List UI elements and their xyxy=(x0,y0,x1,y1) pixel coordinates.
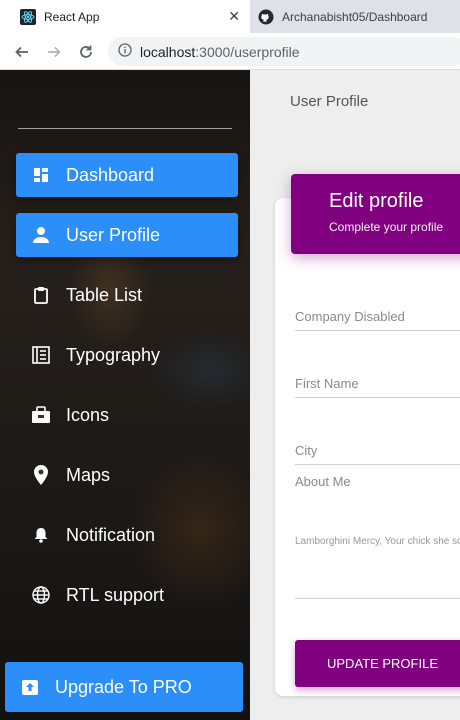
city-field[interactable]: City xyxy=(295,443,460,465)
tab-react-app[interactable]: React App ✕ xyxy=(0,0,250,33)
reload-icon[interactable] xyxy=(76,42,96,62)
card-header: Edit profile Complete your profile xyxy=(291,174,460,254)
url-field[interactable]: localhost:3000/userprofile xyxy=(108,37,460,66)
sidebar-item-label: Notification xyxy=(66,524,156,545)
sidebar-item-label: User Profile xyxy=(66,224,161,245)
tab-title: React App xyxy=(44,9,100,24)
url-path: :3000/userprofile xyxy=(195,43,300,60)
update-profile-button[interactable]: UPDATE PROFILE xyxy=(295,640,460,687)
person-icon xyxy=(30,224,52,246)
sidebar-item-label: Icons xyxy=(66,404,110,425)
sidebar-item-label: RTL support xyxy=(66,584,165,605)
first-name-label: First Name xyxy=(295,376,359,391)
library-books-icon xyxy=(30,344,52,366)
first-name-field[interactable]: First Name xyxy=(295,376,460,398)
back-icon[interactable] xyxy=(12,42,32,62)
language-icon xyxy=(30,584,52,606)
bubble-chart-icon xyxy=(30,404,52,426)
github-icon xyxy=(258,9,274,25)
unarchive-icon xyxy=(19,676,41,698)
sidebar-item-notification[interactable]: Notification xyxy=(16,513,238,557)
sidebar: Dashboard User Profile Table List Typogr… xyxy=(0,70,250,720)
clipboard-icon xyxy=(30,284,52,306)
browser-tab-bar: React App ✕ Archanabisht05/Dashboard xyxy=(0,0,460,33)
tab-title: Archanabisht05/Dashboard xyxy=(282,9,428,24)
dashboard-icon xyxy=(30,164,52,186)
sidebar-item-typography[interactable]: Typography xyxy=(16,333,238,377)
city-label: City xyxy=(295,443,318,458)
location-pin-icon xyxy=(30,464,52,486)
sidebar-item-maps[interactable]: Maps xyxy=(16,453,238,497)
sidebar-item-table-list[interactable]: Table List xyxy=(16,273,238,317)
close-tab-icon[interactable]: ✕ xyxy=(228,8,240,24)
sidebar-item-label: Maps xyxy=(66,464,111,485)
upgrade-to-pro-button[interactable]: Upgrade To PRO xyxy=(5,662,243,712)
upgrade-label: Upgrade To PRO xyxy=(55,676,192,697)
sidebar-item-icons[interactable]: Icons xyxy=(16,393,238,437)
about-me-underline xyxy=(295,598,460,599)
page-title: User Profile xyxy=(290,93,369,110)
sidebar-item-label: Table List xyxy=(66,284,143,305)
url-host: localhost xyxy=(140,43,196,60)
about-me-label: About Me xyxy=(295,474,351,489)
info-icon[interactable] xyxy=(118,43,132,60)
sidebar-item-dashboard[interactable]: Dashboard xyxy=(16,153,238,197)
company-label: Company Disabled xyxy=(295,309,405,324)
sidebar-item-label: Dashboard xyxy=(66,164,155,185)
address-bar: localhost:3000/userprofile xyxy=(0,33,460,70)
sidebar-divider xyxy=(18,128,232,129)
sidebar-item-rtl-support[interactable]: RTL support xyxy=(16,573,238,617)
main-content: User Profile Edit profile Complete your … xyxy=(250,70,460,720)
tab-github[interactable]: Archanabisht05/Dashboard xyxy=(250,0,460,33)
about-me-textarea[interactable]: Lamborghini Mercy, Your chick she so thi… xyxy=(295,536,460,547)
react-icon xyxy=(20,8,36,25)
bell-icon xyxy=(30,524,52,546)
card-subtitle: Complete your profile xyxy=(329,220,444,234)
sidebar-item-user-profile[interactable]: User Profile xyxy=(16,213,238,257)
company-field[interactable]: Company Disabled xyxy=(295,309,460,331)
sidebar-item-label: Typography xyxy=(66,344,161,365)
card-title: Edit profile xyxy=(329,190,424,212)
forward-icon[interactable] xyxy=(44,42,64,62)
